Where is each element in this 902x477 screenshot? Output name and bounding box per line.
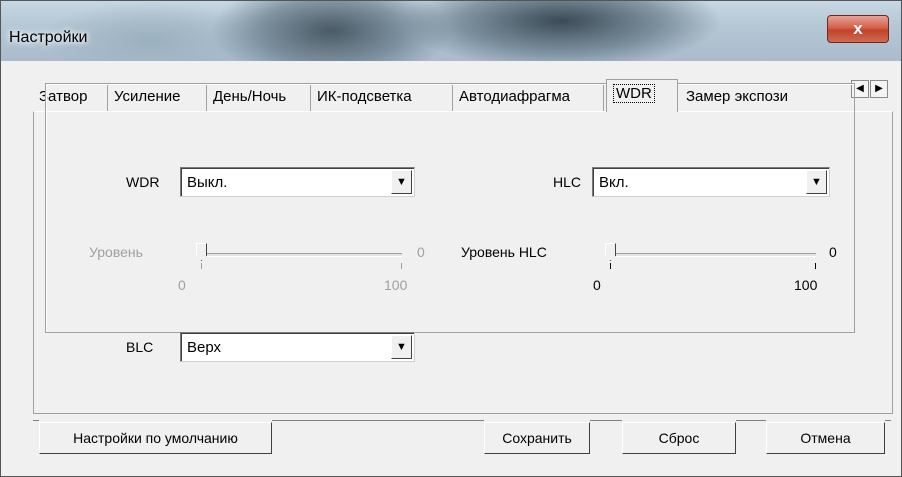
hlc-level-tick-min [610, 263, 611, 269]
window-title: Настройки [9, 29, 88, 46]
blc-select-value: Верх [187, 339, 222, 356]
level-min-label: 0 [178, 277, 186, 293]
hlc-level-tick-max [815, 263, 816, 269]
level-tick-min [201, 263, 202, 269]
hlc-level-slider-track[interactable] [611, 253, 816, 257]
hlc-level-label: Уровень HLC [461, 244, 547, 260]
title-bar[interactable]: Настройки x [1, 1, 901, 61]
wdr-label: WDR [126, 174, 160, 190]
wdr-select[interactable]: Выкл. ▼ [180, 167, 415, 197]
level-slider-track [202, 253, 402, 257]
tab-scroll-right-button[interactable]: ▶ [870, 80, 888, 98]
defaults-button[interactable]: Настройки по умолчанию [39, 422, 272, 454]
close-button[interactable]: x [827, 15, 889, 43]
settings-window: Настройки x Затвор Усиление День/Ночь ИК… [0, 0, 902, 477]
chevron-down-icon[interactable]: ▼ [391, 335, 412, 359]
tab-wdr[interactable]: WDR [606, 79, 678, 112]
button-separator [272, 420, 484, 421]
button-separator [590, 420, 622, 421]
wdr-select-value: Выкл. [187, 174, 228, 191]
button-separator [33, 420, 39, 421]
chevron-down-icon[interactable]: ▼ [391, 170, 412, 194]
hlc-level-min-label: 0 [593, 277, 601, 293]
hlc-level-value: 0 [829, 244, 837, 260]
blc-select[interactable]: Верх ▼ [180, 332, 415, 362]
chevron-down-icon[interactable]: ▼ [806, 170, 827, 194]
hlc-level-max-label: 100 [794, 277, 818, 293]
hlc-select[interactable]: Вкл. ▼ [592, 167, 830, 197]
level-slider: 0 [196, 241, 436, 271]
hlc-level-slider[interactable]: 0 [605, 241, 845, 271]
level-max-label: 100 [384, 277, 408, 293]
level-label: Уровень [89, 244, 143, 260]
level-value: 0 [417, 244, 425, 260]
tab-wdr-label: WDR [613, 84, 655, 103]
button-separator [736, 420, 766, 421]
hlc-label: HLC [553, 174, 582, 190]
cancel-button[interactable]: Отмена [766, 422, 885, 454]
reset-button[interactable]: Сброс [622, 422, 736, 454]
level-tick-max [401, 263, 402, 269]
save-button[interactable]: Сохранить [484, 422, 590, 454]
level-slider-thumb [196, 243, 207, 261]
button-separator [885, 420, 891, 421]
blc-label: BLC [126, 339, 154, 355]
hlc-level-slider-thumb[interactable] [605, 243, 616, 261]
hlc-select-value: Вкл. [599, 174, 629, 191]
wdr-settings-group [45, 83, 855, 333]
